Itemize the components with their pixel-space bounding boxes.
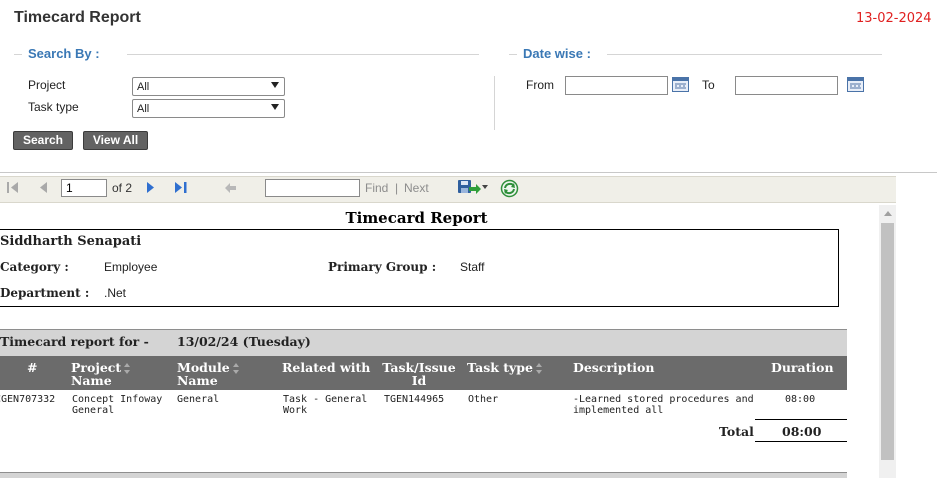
from-date-input[interactable] <box>565 76 668 95</box>
row-number: CGEN707332 <box>0 394 56 405</box>
date-wise-legend: Date wise : <box>523 46 591 61</box>
col-number: # <box>27 360 38 375</box>
category-label: Category : <box>0 260 69 274</box>
find-separator: | <box>395 181 399 195</box>
employee-name: Siddharth Senapati <box>0 234 142 249</box>
calendar-icon[interactable] <box>672 77 689 92</box>
export-icon[interactable] <box>456 178 490 196</box>
col-project-line2: Name <box>71 373 112 388</box>
row-project: Concept Infoway General <box>72 394 162 416</box>
page-count: of 2 <box>112 181 133 195</box>
row-project-line1: Concept Infoway <box>72 394 163 405</box>
to-label: To <box>702 78 715 92</box>
search-by-rule-left <box>14 54 22 55</box>
scrollbar-thumb[interactable] <box>881 223 894 460</box>
col-task-line2: Id <box>411 373 427 388</box>
chevron-down-icon <box>271 104 279 110</box>
col-project-name[interactable]: Project Name <box>71 361 131 387</box>
page-number-input[interactable] <box>61 179 107 197</box>
col-task-type-label: Task type <box>467 360 533 375</box>
refresh-icon[interactable] <box>500 179 519 198</box>
row-duration: 08:00 <box>785 394 816 405</box>
row-description: -Learned stored procedures and implement… <box>573 394 754 416</box>
sort-icon[interactable] <box>124 363 131 374</box>
total-label: Total <box>719 424 754 439</box>
back-icon[interactable] <box>224 182 237 194</box>
total-value: 08:00 <box>782 424 822 439</box>
next-page-icon[interactable] <box>146 181 156 194</box>
sort-icon[interactable] <box>232 363 240 374</box>
total-rule <box>755 419 847 420</box>
row-description-line2: implemented all <box>573 405 664 416</box>
total-underline <box>755 441 847 442</box>
view-all-button[interactable]: View All <box>83 131 148 150</box>
search-button[interactable]: Search <box>13 131 73 150</box>
col-task-id: Task/Issue Id <box>376 361 462 387</box>
current-date: 13-02-2024 1 <box>856 11 937 26</box>
col-description: Description <box>573 360 655 375</box>
row-related: Task - General Work <box>283 394 367 416</box>
date-wise-rule-left <box>509 54 517 55</box>
row-description-line1: -Learned stored procedures and <box>573 394 754 405</box>
fieldset-divider <box>494 76 495 130</box>
section-divider <box>0 172 937 173</box>
chevron-down-icon <box>271 82 279 88</box>
calendar-icon[interactable] <box>847 77 864 92</box>
primary-group-label: Primary Group : <box>328 260 437 274</box>
col-task-type[interactable]: Task type <box>467 361 543 374</box>
col-related-with: Related with <box>282 360 371 375</box>
primary-group-value: Staff <box>460 260 485 274</box>
table-row: CGEN707332 Concept Infoway General Gener… <box>0 391 847 421</box>
row-task-type: Other <box>468 394 499 405</box>
next-link[interactable]: Next <box>404 181 429 195</box>
task-type-select[interactable]: All <box>132 99 285 118</box>
to-date-input[interactable] <box>735 76 838 95</box>
project-select-value: All <box>137 81 150 93</box>
department-value: .Net <box>104 286 127 300</box>
col-module-line2: Name <box>177 373 218 388</box>
sort-icon[interactable] <box>536 363 543 374</box>
previous-page-icon[interactable] <box>38 181 48 194</box>
page-title: Timecard Report <box>14 9 141 26</box>
project-label: Project <box>28 78 66 92</box>
row-project-line2: General <box>72 405 115 416</box>
last-page-icon[interactable] <box>174 181 188 194</box>
task-type-select-value: All <box>137 103 150 115</box>
col-duration: Duration <box>771 360 834 375</box>
report-title: Timecard Report <box>345 209 488 227</box>
search-by-legend: Search By : <box>28 46 100 61</box>
report-for-label: Timecard report for - <box>0 334 149 349</box>
department-label: Department : <box>0 286 90 300</box>
project-select[interactable]: All <box>132 77 285 96</box>
task-type-label: Task type <box>28 100 79 114</box>
find-input[interactable] <box>265 179 360 197</box>
report-toolbar <box>0 176 896 203</box>
search-by-rule-right <box>127 54 479 55</box>
next-section-bar <box>0 472 847 478</box>
first-page-icon[interactable] <box>6 181 20 194</box>
report-for-date: 13/02/24 (Tuesday) <box>177 334 311 349</box>
row-module: General <box>177 394 220 405</box>
row-task-id: TGEN144965 <box>384 394 445 405</box>
find-link[interactable]: Find <box>365 181 388 195</box>
col-module-name[interactable]: Module Name <box>177 361 240 387</box>
from-label: From <box>526 78 554 92</box>
scroll-up-icon[interactable] <box>884 211 892 216</box>
row-related-line2: Work <box>283 405 308 416</box>
date-wise-rule-right <box>607 54 882 55</box>
category-value: Employee <box>104 260 158 274</box>
row-related-line1: Task - General <box>283 394 368 405</box>
